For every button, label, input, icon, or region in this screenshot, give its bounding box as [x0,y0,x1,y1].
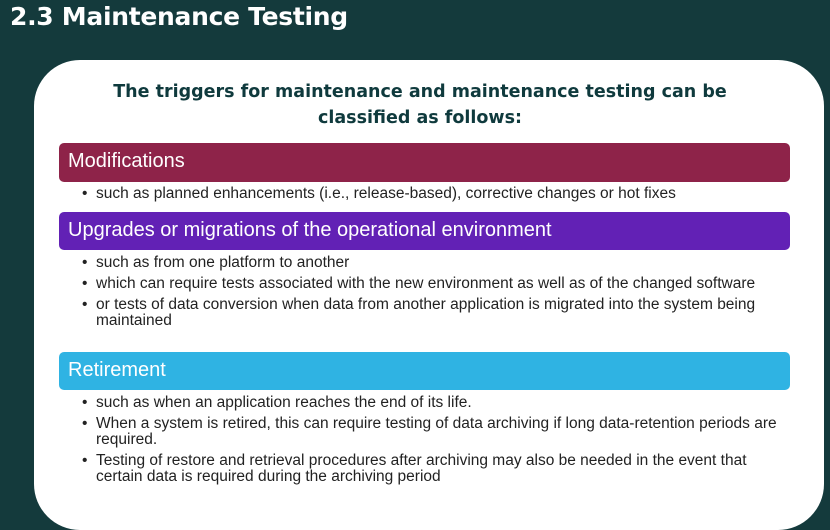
list-item: • such as from one platform to another [82,255,782,271]
bullet-icon: • [82,254,88,271]
bullet-icon: • [82,275,88,292]
modifications-list: • such as planned enhancements (i.e., rel… [82,186,782,207]
bullet-icon: • [82,185,88,202]
bullet-text: or tests of data conversion when data fr… [96,296,756,329]
section-heading-upgrades: Upgrades or migrations of the operationa… [59,212,790,250]
list-item: • Testing of restore and retrieval proced… [82,453,782,485]
bullet-text: such as when an application reaches the … [96,394,472,411]
section-heading-modifications: Modifications [59,143,790,182]
bullet-text: When a system is retired, this can requi… [96,415,777,448]
bullet-text: which can require tests associated with … [96,275,756,292]
list-item: • When a system is retired, this can requ… [82,416,782,448]
list-item: • such as planned enhancements (i.e., rel… [82,186,782,202]
upgrades-list: • such as from one platform to another • w… [82,255,782,334]
retirement-list: • such as when an application reaches the… [82,395,782,490]
bullet-icon: • [82,394,88,411]
list-item: • or tests of data conversion when data f… [82,297,782,329]
list-item: • such as when an application reaches the… [82,395,782,411]
bullet-text: such as planned enhancements (i.e., rele… [96,185,676,202]
bullet-icon: • [82,452,88,469]
bullet-text: Testing of restore and retrieval procedu… [96,452,747,485]
bullet-icon: • [82,296,88,313]
section-heading-retirement: Retirement [59,352,790,390]
intro-text: The triggers for maintenance and mainten… [113,82,727,128]
slide-title: 2.3 Maintenance Testing [10,2,348,31]
bullet-icon: • [82,415,88,432]
list-item: • which can require tests associated with… [82,276,782,292]
bullet-text: such as from one platform to another [96,254,350,271]
